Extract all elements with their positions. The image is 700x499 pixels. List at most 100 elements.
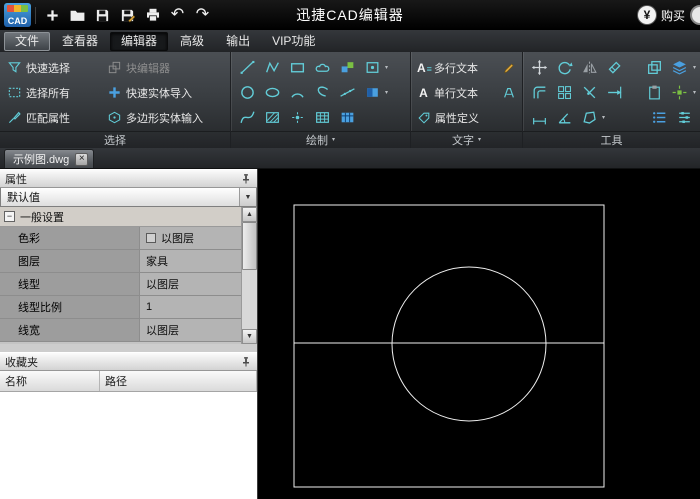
color-checkbox[interactable] <box>146 233 156 243</box>
layers-tool-button[interactable] <box>668 56 692 80</box>
spline-tool-button[interactable] <box>235 106 259 130</box>
list-tool-button[interactable] <box>647 106 671 130</box>
property-row-linetype-scale[interactable]: 线型比例 1 <box>0 296 241 319</box>
extend-tool-button[interactable] <box>602 81 626 105</box>
hatch-tool-button[interactable] <box>260 106 284 130</box>
edit-text-button[interactable] <box>500 58 518 78</box>
property-value[interactable]: 以图层 <box>140 273 241 295</box>
property-row-layer[interactable]: 图层 家具 <box>0 250 241 273</box>
account-icon[interactable] <box>690 5 700 25</box>
redo-button[interactable]: ↷ <box>190 3 215 27</box>
insert-block-tool-button[interactable] <box>335 56 359 80</box>
scroll-up-button[interactable]: ▲ <box>242 207 257 222</box>
save-button[interactable] <box>90 3 115 27</box>
revision-cloud-tool-button[interactable] <box>310 56 334 80</box>
drawing-circle[interactable] <box>391 266 547 422</box>
document-tab[interactable]: 示例图.dwg × <box>4 149 95 168</box>
print-button[interactable] <box>140 3 165 27</box>
table-tool-button[interactable] <box>310 106 334 130</box>
offset-tool-button[interactable] <box>527 81 551 105</box>
text-group-dialog-launcher[interactable]: ▾ <box>478 137 481 143</box>
mtext-button[interactable]: 多行文本 <box>415 59 480 77</box>
property-section-general[interactable]: − 一般设置 <box>0 207 241 227</box>
panel-splitter[interactable] <box>0 344 257 352</box>
property-row-lineweight[interactable]: 线宽 以图层 <box>0 319 241 342</box>
draw-group-dialog-launcher[interactable]: ▾ <box>332 137 335 143</box>
rectangle-tool-button[interactable] <box>285 56 309 80</box>
close-tab-button[interactable]: × <box>75 152 89 166</box>
text-style-button[interactable] <box>500 83 518 103</box>
move-tool-button[interactable] <box>527 56 551 80</box>
draw-more-dropdown[interactable]: ▾ <box>385 65 388 71</box>
measure-dropdown[interactable]: ▾ <box>602 115 605 121</box>
tools-more-dropdown[interactable]: ▾ <box>693 65 696 71</box>
mirror-tool-button[interactable] <box>577 56 601 80</box>
tab-file[interactable]: 文件 <box>4 31 51 51</box>
circle-tool-button[interactable] <box>235 81 259 105</box>
match-properties-button[interactable]: 匹配属性 <box>4 109 104 127</box>
tab-vip[interactable]: VIP功能 <box>262 32 325 51</box>
distance-tool-button[interactable] <box>527 106 551 130</box>
scroll-down-button[interactable]: ▼ <box>242 329 257 344</box>
ellipse-tool-button[interactable] <box>260 81 284 105</box>
gradient-tool-button[interactable] <box>360 81 384 105</box>
angle-tool-button[interactable] <box>552 106 576 130</box>
polygon-entity-input-button[interactable]: 多边形实体输入 <box>104 109 226 127</box>
trim-tool-button[interactable] <box>577 81 601 105</box>
scrollbar-thumb[interactable] <box>242 222 257 270</box>
tab-editor[interactable]: 编辑器 <box>110 31 169 51</box>
column-header-path[interactable]: 路径 <box>100 371 257 391</box>
single-text-button[interactable]: 单行文本 <box>415 84 480 102</box>
quick-entity-import-button[interactable]: 快速实体导入 <box>104 84 226 102</box>
pin-icon[interactable] <box>240 173 252 185</box>
settings-tool-button[interactable] <box>672 106 696 130</box>
tab-viewer[interactable]: 查看器 <box>52 32 108 51</box>
chevron-down-icon[interactable]: ▼ <box>239 188 256 206</box>
array-tool-button[interactable] <box>552 81 576 105</box>
drawing-rectangle[interactable] <box>293 204 605 488</box>
property-value[interactable]: 家具 <box>140 250 241 272</box>
open-file-button[interactable] <box>65 3 90 27</box>
line-tool-button[interactable] <box>235 56 259 80</box>
paste-tool-button[interactable] <box>643 81 667 105</box>
copy-tool-button[interactable] <box>643 56 667 80</box>
point-tool-button[interactable] <box>285 106 309 130</box>
tools-more2-dropdown[interactable]: ▾ <box>693 90 696 96</box>
collapse-icon[interactable]: − <box>4 211 15 222</box>
rotate-icon <box>558 61 573 75</box>
revision-cloud-icon <box>315 63 329 72</box>
polyline-tool-button[interactable] <box>260 56 284 80</box>
drawing-canvas[interactable] <box>258 169 700 499</box>
pin-icon[interactable] <box>240 356 252 368</box>
erase-tool-button[interactable] <box>602 56 626 80</box>
new-file-button[interactable] <box>40 3 65 27</box>
explode-tool-button[interactable] <box>668 81 692 105</box>
arc-tool-button[interactable] <box>285 81 309 105</box>
buy-button[interactable]: 购买 <box>661 7 685 24</box>
ellipse-arc-tool-button[interactable] <box>310 81 334 105</box>
quick-select-button[interactable]: 快速选择 <box>4 59 104 77</box>
column-header-name[interactable]: 名称 <box>0 371 100 391</box>
wipeout-tool-button[interactable] <box>335 106 359 130</box>
draw-more2-dropdown[interactable]: ▾ <box>385 90 388 96</box>
area-tool-button[interactable] <box>577 106 601 130</box>
construction-line-tool-button[interactable] <box>335 81 359 105</box>
region-tool-button[interactable] <box>360 56 384 80</box>
attribute-define-button[interactable]: 属性定义 <box>415 109 481 127</box>
undo-button[interactable]: ↶ <box>165 3 190 27</box>
block-editor-button: 块编辑器 <box>104 59 226 77</box>
rotate-tool-button[interactable] <box>552 56 576 80</box>
favorites-list[interactable] <box>0 392 257 499</box>
save-as-button[interactable] <box>115 3 140 27</box>
buy-coin-icon[interactable]: ¥ <box>637 6 656 24</box>
tab-advanced[interactable]: 高级 <box>170 32 214 51</box>
property-row-linetype[interactable]: 线型 以图层 <box>0 273 241 296</box>
tab-output[interactable]: 输出 <box>216 32 260 51</box>
property-row-color[interactable]: 色彩 以图层 <box>0 227 241 250</box>
property-grid-scrollbar[interactable]: ▲ ▼ <box>241 207 257 344</box>
property-preset-select[interactable]: 默认值 ▼ <box>0 188 257 207</box>
property-value[interactable]: 以图层 <box>140 319 241 341</box>
property-value[interactable]: 以图层 <box>140 227 241 249</box>
select-all-button[interactable]: 选择所有 <box>4 84 104 102</box>
property-value[interactable]: 1 <box>140 296 241 318</box>
